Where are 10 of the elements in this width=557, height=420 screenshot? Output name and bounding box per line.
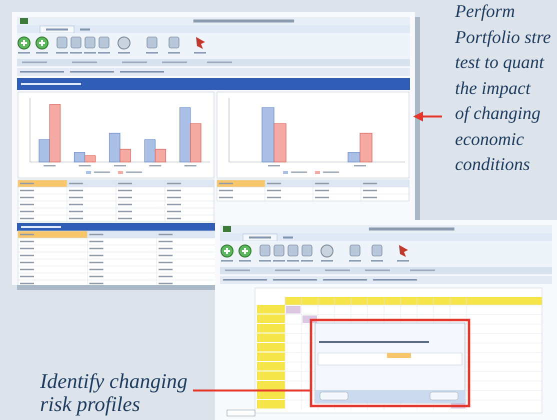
chart-legend: [283, 171, 339, 174]
callout-text: Perform Portfolio stre test to quant the impact of changing economic conditions: [455, 0, 551, 176]
chart-bar: [190, 123, 202, 162]
chart-bar: [274, 123, 286, 162]
chart-bar: [180, 107, 191, 162]
leader-arrow: [413, 112, 442, 122]
chart-legend: [86, 171, 142, 174]
chart-bar: [74, 152, 86, 162]
chart-bar: [262, 107, 274, 162]
callout-text: Identify changing risk profiles: [40, 370, 188, 416]
